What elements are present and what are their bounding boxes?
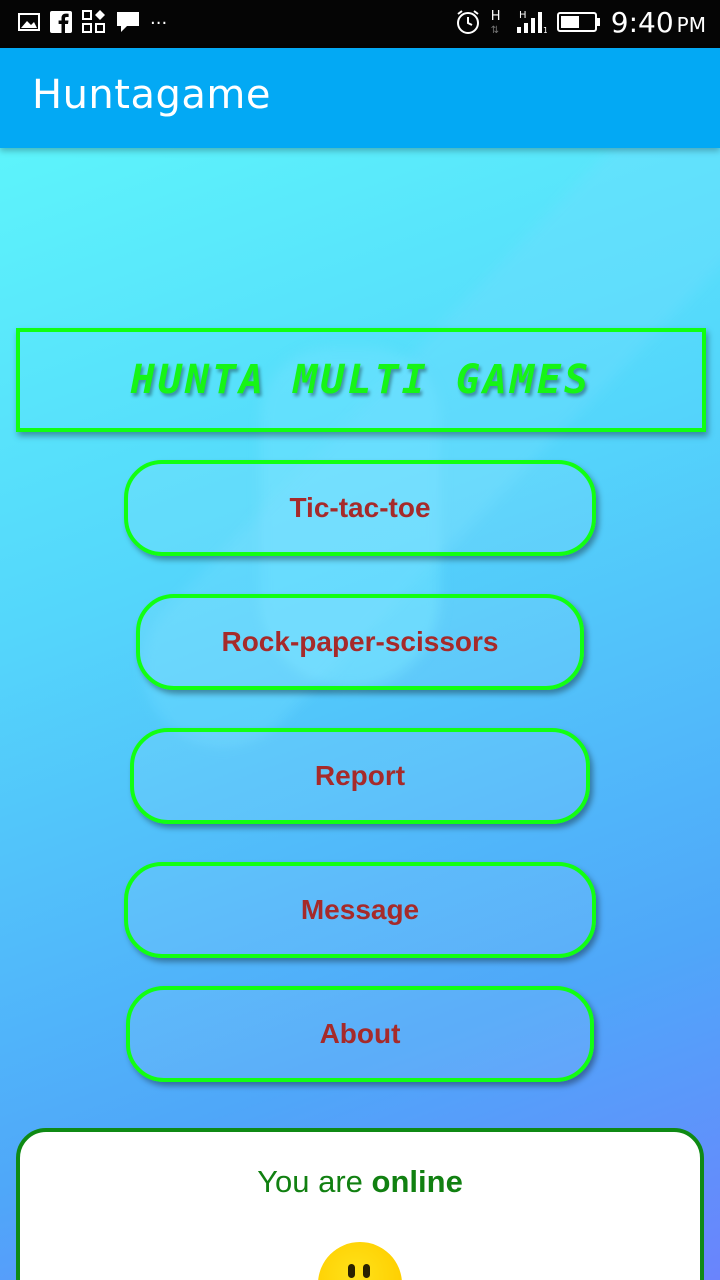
- online-status-card: You are online: [16, 1128, 704, 1280]
- status-bar-notifications: ···: [18, 0, 167, 48]
- report-button[interactable]: Report: [130, 728, 590, 824]
- image-icon: [18, 12, 40, 36]
- clock: 9:40 PM: [611, 0, 706, 49]
- signal-icon: H 1: [515, 10, 548, 38]
- smiley-left-eye: [348, 1264, 355, 1278]
- chat-icon: [116, 11, 140, 37]
- data-arrows-icon: ⇅: [490, 25, 500, 36]
- app-grid-icon: [82, 10, 106, 38]
- message-button[interactable]: Message: [124, 862, 596, 958]
- rock-paper-scissors-label: Rock-paper-scissors: [221, 626, 499, 657]
- rock-paper-scissors-button[interactable]: Rock-paper-scissors: [136, 594, 584, 690]
- status-prefix: You are: [257, 1164, 372, 1199]
- status-bar-system: H ⇅ H 1 9:40 PM: [455, 0, 706, 48]
- main-content: HUNTA MULTI GAMES Tic-tac-toe Rock-paper…: [0, 148, 720, 1280]
- h-network-icon: H ⇅: [491, 10, 505, 38]
- about-button[interactable]: About: [126, 986, 594, 1082]
- tic-tac-toe-label: Tic-tac-toe: [289, 492, 431, 523]
- about-label: About: [319, 1018, 401, 1049]
- battery-icon: [556, 11, 601, 37]
- smiley-icon: [318, 1242, 402, 1280]
- message-label: Message: [300, 894, 420, 925]
- network-type-label: H: [490, 9, 501, 24]
- alarm-icon: [455, 9, 481, 39]
- svg-text:H: H: [519, 10, 527, 21]
- banner-title: HUNTA MULTI GAMES: [130, 357, 592, 403]
- tic-tac-toe-button[interactable]: Tic-tac-toe: [124, 460, 596, 556]
- status-state: online: [371, 1164, 463, 1199]
- app-bar: Huntagame: [0, 48, 720, 148]
- more-dots-icon: ···: [150, 13, 168, 34]
- smiley-right-eye: [363, 1264, 370, 1278]
- online-status-text: You are online: [20, 1164, 700, 1200]
- title-banner: HUNTA MULTI GAMES: [16, 328, 706, 432]
- app-title: Huntagame: [32, 72, 271, 118]
- clock-time: 9:40: [610, 6, 674, 39]
- facebook-icon: [50, 11, 72, 37]
- status-bar: ··· H ⇅ H 1 9:40 PM: [0, 0, 720, 48]
- report-label: Report: [314, 760, 406, 791]
- svg-text:1: 1: [543, 26, 547, 34]
- clock-ampm: PM: [676, 13, 706, 37]
